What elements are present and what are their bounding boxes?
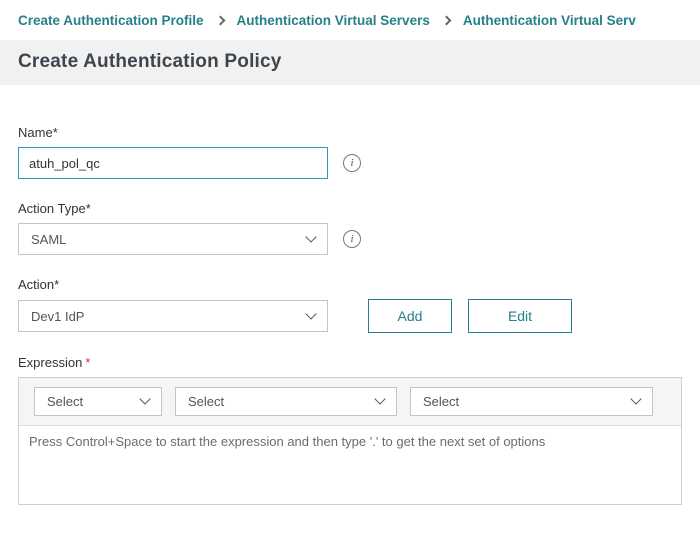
chevron-down-icon bbox=[630, 393, 641, 404]
edit-button[interactable]: Edit bbox=[468, 299, 572, 333]
expression-select-2-value: Select bbox=[188, 394, 224, 409]
action-type-select-value: SAML bbox=[31, 232, 66, 247]
action-type-required-mark: * bbox=[86, 201, 91, 216]
chevron-down-icon bbox=[139, 393, 150, 404]
breadcrumb: Create Authentication Profile Authentica… bbox=[0, 0, 700, 40]
add-button[interactable]: Add bbox=[368, 299, 452, 333]
info-icon[interactable]: i bbox=[343, 230, 361, 248]
name-label-text: Name bbox=[18, 125, 53, 140]
expression-editor: Select Select Select bbox=[18, 377, 682, 505]
expression-toolbar: Select Select Select bbox=[19, 378, 681, 426]
action-select[interactable]: Dev1 IdP bbox=[18, 300, 328, 332]
name-label: Name* bbox=[18, 125, 682, 140]
action-select-value: Dev1 IdP bbox=[31, 309, 84, 324]
chevron-right-icon bbox=[215, 16, 225, 26]
expression-required-mark: * bbox=[85, 355, 90, 370]
expression-select-1[interactable]: Select bbox=[34, 387, 162, 416]
breadcrumb-link-authentication-virtual-server[interactable]: Authentication Virtual Serv bbox=[463, 13, 636, 28]
chevron-down-icon bbox=[305, 308, 316, 319]
chevron-right-icon bbox=[441, 16, 451, 26]
action-type-label-text: Action Type bbox=[18, 201, 86, 216]
action-required-mark: * bbox=[54, 277, 59, 292]
page: Create Authentication Profile Authentica… bbox=[0, 0, 700, 505]
expression-label-text: Expression bbox=[18, 355, 82, 370]
action-type-select[interactable]: SAML bbox=[18, 223, 328, 255]
chevron-down-icon bbox=[305, 231, 316, 242]
action-label: Action* bbox=[18, 277, 682, 292]
action-type-label: Action Type* bbox=[18, 201, 682, 216]
action-field: Action* Dev1 IdP Add Edit bbox=[18, 277, 682, 333]
name-input[interactable] bbox=[18, 147, 328, 179]
expression-select-2[interactable]: Select bbox=[175, 387, 397, 416]
page-header: Create Authentication Policy bbox=[0, 40, 700, 85]
expression-label: Expression* bbox=[18, 355, 682, 370]
breadcrumb-link-create-authentication-profile[interactable]: Create Authentication Profile bbox=[18, 13, 204, 28]
expression-select-1-value: Select bbox=[47, 394, 83, 409]
action-label-text: Action bbox=[18, 277, 54, 292]
expression-input[interactable] bbox=[19, 426, 681, 504]
info-icon[interactable]: i bbox=[343, 154, 361, 172]
expression-field: Expression* Select Select Select bbox=[18, 355, 682, 505]
breadcrumb-link-authentication-virtual-servers[interactable]: Authentication Virtual Servers bbox=[237, 13, 430, 28]
page-title: Create Authentication Policy bbox=[18, 50, 682, 74]
expression-select-3[interactable]: Select bbox=[410, 387, 653, 416]
name-field: Name* i bbox=[18, 125, 682, 179]
name-required-mark: * bbox=[53, 125, 58, 140]
action-type-field: Action Type* SAML i bbox=[18, 201, 682, 255]
chevron-down-icon bbox=[374, 393, 385, 404]
expression-select-3-value: Select bbox=[423, 394, 459, 409]
create-authentication-policy-form: Name* i Action Type* SAML i Action* De bbox=[0, 85, 700, 505]
